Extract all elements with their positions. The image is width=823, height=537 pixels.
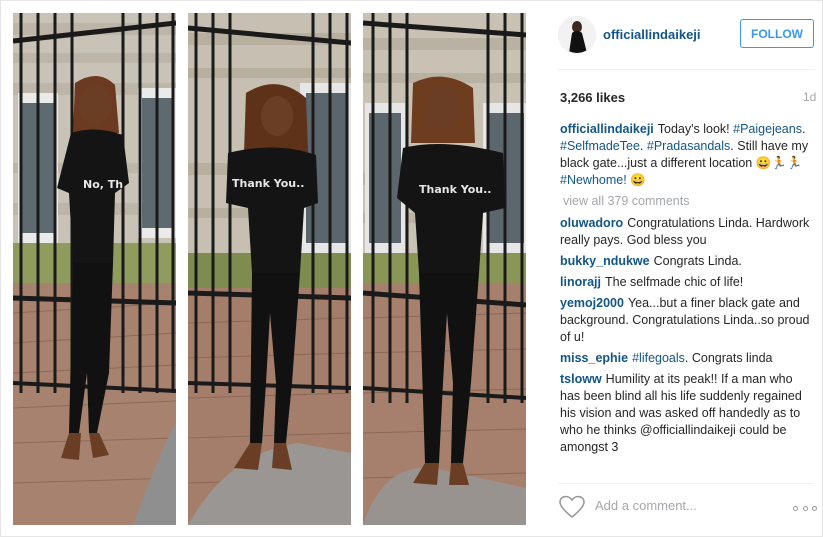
emoji: 😀🏃🏃 <box>755 156 803 170</box>
shirt-text: Thank You.. <box>232 177 304 190</box>
comments-list: officiallindaikeji Today's look! #Paigeje… <box>560 121 816 481</box>
caption: officiallindaikeji Today's look! #Paigeje… <box>560 121 816 189</box>
hashtag[interactable]: #Paigejeans <box>733 122 802 136</box>
view-all-comments-link[interactable]: view all 379 comments <box>563 193 816 210</box>
caption-username[interactable]: officiallindaikeji <box>560 122 654 136</box>
dot-icon <box>812 506 817 511</box>
comment-text: The selfmade chic of life! <box>604 275 744 289</box>
instagram-post: No, Th Thank You.. Thank You.. officiall… <box>0 0 823 537</box>
comment-text: . Congrats linda <box>684 351 773 365</box>
comment-username[interactable]: miss_ephie <box>560 351 628 365</box>
caption-text: Today's look! <box>657 122 730 136</box>
post-sidebar: officiallindaikeji FOLLOW 3,266 likes 1d… <box>541 1 822 536</box>
caption-text: . <box>801 122 806 136</box>
comment-username[interactable]: tsloww <box>560 372 602 386</box>
divider <box>558 483 814 484</box>
comment: oluwadoro Congratulations Linda. Hardwork… <box>560 215 816 249</box>
comment: tsloww Humility at its peak!! If a man wh… <box>560 371 816 456</box>
avatar[interactable] <box>558 16 596 54</box>
shirt-text: No, Th <box>83 178 123 191</box>
comment: yemoj2000 Yea...but a finer black gate an… <box>560 295 816 346</box>
comment-text: Congrats Linda. <box>653 254 742 268</box>
dot-icon <box>793 506 798 511</box>
add-comment-input[interactable] <box>595 498 745 513</box>
shirt-text: Thank You.. <box>419 183 491 196</box>
comment-username[interactable]: yemoj2000 <box>560 296 624 310</box>
follow-button[interactable]: FOLLOW <box>740 19 814 48</box>
comment-username[interactable]: linorajj <box>560 275 601 289</box>
heart-icon[interactable] <box>559 495 585 519</box>
photo-panel-3: Thank You.. <box>363 13 526 525</box>
dot-icon <box>802 506 808 511</box>
comment-username[interactable]: bukky_ndukwe <box>560 254 650 268</box>
hashtag[interactable]: #lifegoals <box>632 351 685 365</box>
hashtag[interactable]: #SelfmadeTee <box>560 139 640 153</box>
photo-panel-2: Thank You.. <box>188 13 351 525</box>
caption-text: . <box>639 139 644 153</box>
divider <box>558 69 814 70</box>
post-age[interactable]: 1d <box>803 90 816 104</box>
hashtag[interactable]: #Newhome! <box>560 173 627 187</box>
comment: bukky_ndukwe Congrats Linda. <box>560 253 816 270</box>
comment: linorajj The selfmade chic of life! <box>560 274 816 291</box>
post-username[interactable]: officiallindaikeji <box>603 27 701 42</box>
comment: miss_ephie #lifegoals. Congrats linda <box>560 350 816 367</box>
likes-count[interactable]: 3,266 likes <box>560 90 625 105</box>
hashtag[interactable]: #Pradasandals <box>647 139 730 153</box>
emoji: 😀 <box>630 173 646 187</box>
more-options-icon[interactable] <box>793 506 817 512</box>
post-photo-collage[interactable]: No, Th Thank You.. Thank You.. <box>1 1 540 536</box>
photo-panel-1: No, Th <box>13 13 176 525</box>
post-header: officiallindaikeji FOLLOW <box>541 1 822 67</box>
comment-username[interactable]: oluwadoro <box>560 216 623 230</box>
